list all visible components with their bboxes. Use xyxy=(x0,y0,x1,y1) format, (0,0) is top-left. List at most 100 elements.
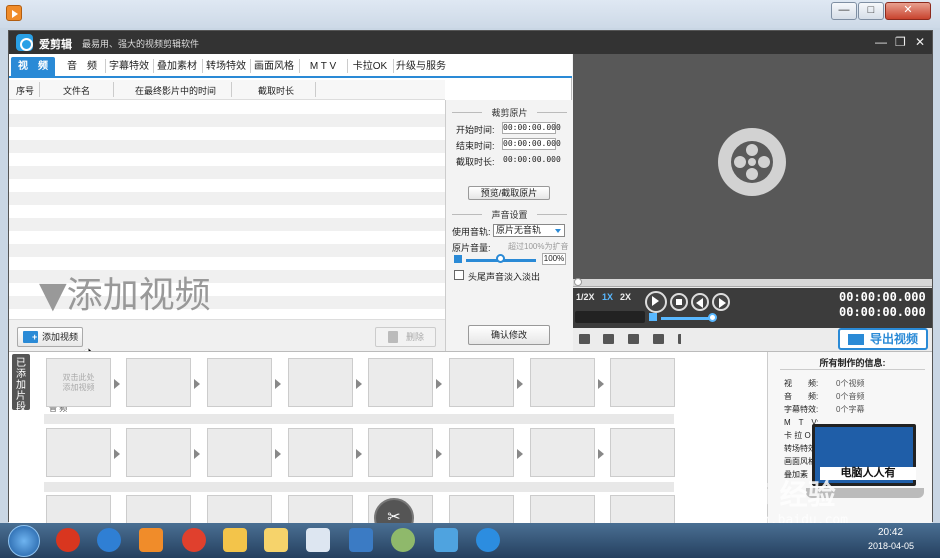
timeline-slot[interactable] xyxy=(368,428,433,477)
app-name: 爱剪辑 xyxy=(39,39,72,51)
timeline-slot[interactable] xyxy=(207,358,272,407)
aijianji-taskbar-icon[interactable] xyxy=(434,528,458,552)
end-time-field[interactable]: 00:00:00.000 xyxy=(502,138,561,150)
export-video-button[interactable]: 导出视频 xyxy=(838,328,928,350)
info-row-label: 字幕特效: xyxy=(784,405,819,414)
tab-karaoke[interactable]: 卡拉OK xyxy=(349,57,391,76)
document-icon[interactable] xyxy=(579,334,590,344)
volume-value-field[interactable]: 100% xyxy=(542,253,566,265)
player-volume-thumb[interactable] xyxy=(708,313,717,322)
close-icon[interactable]: ✕ xyxy=(915,34,925,50)
speed-half[interactable]: 1/2X xyxy=(576,292,595,302)
clock-date[interactable]: 2018-04-05 xyxy=(868,541,914,551)
explorer-folder-icon[interactable] xyxy=(223,528,247,552)
clock-time[interactable]: 20:42 xyxy=(878,527,903,538)
tab-subtitle-effects[interactable]: 字幕特效 xyxy=(107,57,151,76)
tab-mtv[interactable]: M T V xyxy=(301,57,345,76)
next-arrow-icon xyxy=(275,379,281,389)
timeline-slot[interactable] xyxy=(46,495,111,525)
next-frame-icon[interactable] xyxy=(712,293,730,311)
timeline-slot[interactable] xyxy=(449,358,514,407)
timeline-slot[interactable]: 双击此处 添加视频 xyxy=(46,358,111,407)
player-speaker-icon[interactable] xyxy=(649,313,657,321)
start-time-field[interactable]: 00:00:00.000 xyxy=(502,122,561,134)
timeline-slot[interactable] xyxy=(530,358,595,407)
window-close-button[interactable]: ✕ xyxy=(885,2,931,20)
start-button[interactable] xyxy=(8,525,40,557)
timeline-slot[interactable] xyxy=(530,428,595,477)
column-duration[interactable]: 截取时长 xyxy=(258,84,294,97)
save-icon[interactable] xyxy=(628,334,639,344)
delete-button[interactable]: 删除 xyxy=(375,327,436,347)
tab-overlay[interactable]: 叠加素材 xyxy=(155,57,199,76)
help-icon[interactable] xyxy=(653,334,664,344)
volume-slider-thumb[interactable] xyxy=(496,254,505,263)
speed-1x[interactable]: 1X xyxy=(602,292,613,302)
add-video-button[interactable]: 添加视频 xyxy=(17,327,99,362)
timeline-slot[interactable] xyxy=(610,495,675,525)
progress-bar[interactable] xyxy=(573,279,932,287)
timeline-slot[interactable] xyxy=(207,428,272,477)
window-maximize-button[interactable]: □ xyxy=(858,2,884,20)
play-icon[interactable] xyxy=(645,291,667,313)
tab-upgrade[interactable]: 升级与服务 xyxy=(395,57,447,76)
added-clips-tab[interactable]: 已添加片段 xyxy=(12,354,30,413)
document-app-icon[interactable] xyxy=(306,528,330,552)
file-list[interactable]: ▼添加视频 xyxy=(9,101,445,319)
timeline-slot[interactable] xyxy=(126,428,191,477)
timeline-slot[interactable] xyxy=(610,428,675,477)
prev-frame-icon[interactable] xyxy=(691,293,709,311)
current-time: 00:00:00.000 xyxy=(839,290,926,304)
player-volume-slider[interactable] xyxy=(661,317,713,320)
progress-knob[interactable] xyxy=(574,278,582,286)
tab-audio[interactable]: 音 频 xyxy=(61,57,103,76)
column-filename[interactable]: 文件名 xyxy=(63,84,90,97)
timeline-slot[interactable] xyxy=(530,495,595,525)
timeline-slot[interactable] xyxy=(610,358,675,407)
timeline-slot[interactable] xyxy=(288,428,353,477)
minimize-icon[interactable]: — xyxy=(875,34,887,50)
preview-screen[interactable] xyxy=(573,54,932,279)
timeline-slot[interactable] xyxy=(126,495,191,525)
column-time-in-movie[interactable]: 在最终影片中的时间 xyxy=(135,84,216,97)
column-index[interactable]: 序号 xyxy=(16,84,34,97)
media-player-icon[interactable] xyxy=(139,528,163,552)
paint-icon[interactable] xyxy=(391,528,415,552)
preview-clip-button[interactable]: 预览/截取原片 xyxy=(468,186,550,200)
timeline-slot[interactable] xyxy=(368,358,433,407)
next-arrow-icon xyxy=(356,449,362,459)
restore-icon[interactable]: ❐ xyxy=(895,34,906,50)
remote-desktop-icon[interactable] xyxy=(349,528,373,552)
audio-track-select[interactable]: 原片无音轨 xyxy=(493,224,565,237)
fade-checkbox[interactable] xyxy=(454,270,464,280)
window-minimize-button[interactable]: — xyxy=(831,2,857,20)
timeline-slot[interactable] xyxy=(207,495,272,525)
timeline-slot[interactable] xyxy=(126,358,191,407)
share-icon[interactable] xyxy=(678,334,689,344)
stop-icon[interactable] xyxy=(670,293,688,311)
folder-icon[interactable] xyxy=(603,334,614,344)
timeline-slot[interactable] xyxy=(288,495,353,525)
tab-picture-style[interactable]: 画面风格 xyxy=(252,57,296,76)
track-strip xyxy=(44,414,674,424)
tab-video[interactable]: 视 频 xyxy=(11,57,55,76)
info-title: 所有制作的信息: xyxy=(780,356,925,370)
chrome-icon[interactable] xyxy=(182,528,206,552)
timeline-slot[interactable] xyxy=(449,495,514,525)
next-arrow-icon xyxy=(356,379,362,389)
timeline-slot[interactable] xyxy=(449,428,514,477)
timeline-slot[interactable] xyxy=(288,358,353,407)
notes-icon[interactable] xyxy=(264,528,288,552)
reel-hole xyxy=(758,156,770,168)
timeline-slot[interactable] xyxy=(46,428,111,477)
speed-2x[interactable]: 2X xyxy=(620,292,631,302)
confirm-edit-button[interactable]: 确认修改 xyxy=(468,325,550,345)
frame-step-control[interactable] xyxy=(575,311,645,323)
tab-separator xyxy=(250,59,251,73)
tab-separator xyxy=(105,59,106,73)
add-video-hint: ▼添加视频 xyxy=(39,275,211,316)
browser-icon[interactable] xyxy=(476,528,500,552)
ie-browser-icon[interactable] xyxy=(97,528,121,552)
chess-app-icon[interactable] xyxy=(56,528,80,552)
tab-transitions[interactable]: 转场特效 xyxy=(204,57,248,76)
